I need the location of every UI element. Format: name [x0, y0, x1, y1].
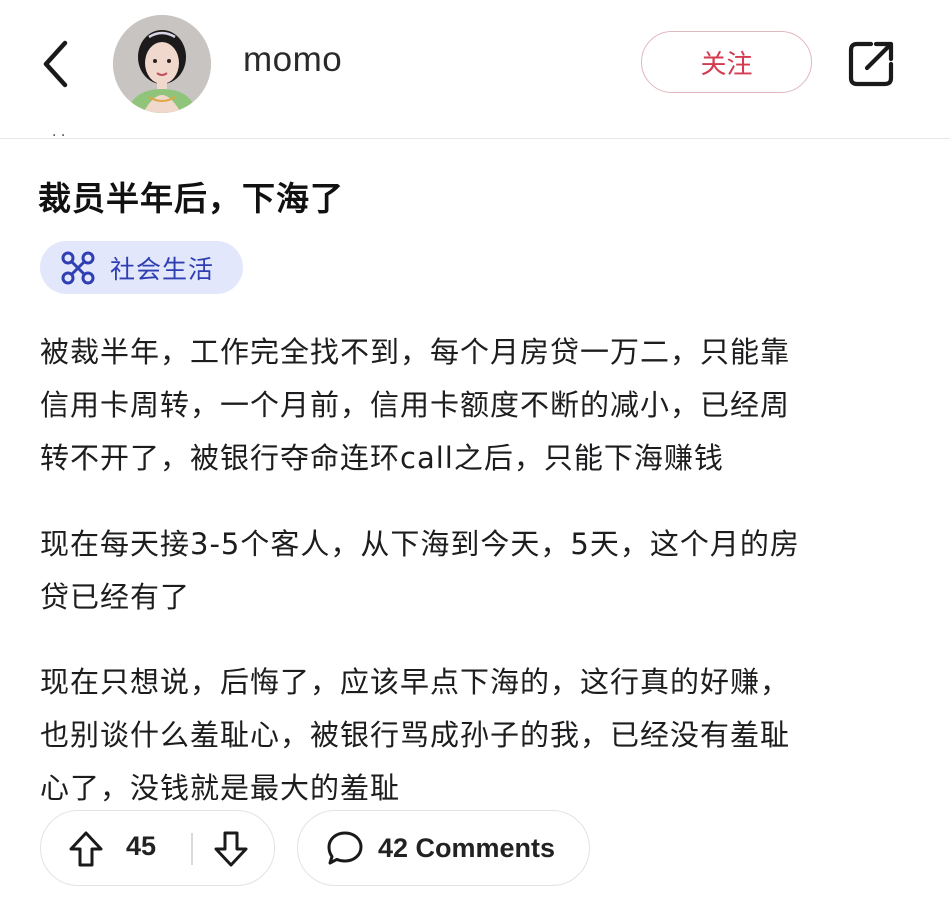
paragraph-line: 现在只想说，后悔了，应该早点下海的，这行真的好赚， — [40, 665, 791, 699]
community-icon — [61, 251, 95, 284]
post-paragraph: 现在只想说，后悔了，应该早点下海的，这行真的好赚， 也别谈什么羞耻心，被银行骂成… — [40, 656, 910, 815]
paragraph-line: 现在每天接3-5个客人，从下海到今天，5天，这个月的房 — [40, 527, 800, 561]
paragraph-line: 信用卡周转，一个月前，信用卡额度不断的减小，已经周 — [40, 388, 791, 422]
paragraph-line: 转不开了，被银行夺命连环call之后，只能下海赚钱 — [40, 441, 724, 475]
avatar[interactable] — [113, 15, 211, 113]
back-button[interactable] — [34, 36, 78, 92]
top-bar: momo 关注 — [0, 0, 950, 139]
topic-tag-label: 社会生活 — [110, 254, 215, 284]
vote-count: 45 — [126, 831, 157, 861]
comments-button[interactable]: 42 Comments — [297, 810, 590, 886]
post-paragraph: 现在每天接3-5个客人，从下海到今天，5天，这个月的房 贷已经有了 — [40, 518, 910, 624]
paragraph-line: 心了，没钱就是最大的羞耻 — [40, 771, 401, 805]
paragraph-line: 贷已经有了 — [40, 580, 191, 614]
avatar-image — [113, 15, 211, 113]
comment-bubble-icon — [327, 831, 363, 865]
follow-button[interactable]: 关注 — [641, 31, 812, 93]
chevron-left-icon — [43, 40, 68, 88]
share-button[interactable] — [843, 36, 899, 92]
comments-count-label: 42 Comments — [378, 832, 556, 863]
share-external-icon — [848, 41, 894, 87]
topic-tag[interactable]: 社会生活 — [40, 241, 243, 294]
arrow-down-icon — [214, 831, 248, 867]
paragraph-line: 也别谈什么羞耻心，被银行骂成孙子的我，已经没有羞耻 — [40, 718, 791, 752]
post-title: 裁员半年后，下海了 — [38, 179, 344, 218]
paragraph-line: 被裁半年，工作完全找不到，每个月房贷一万二，只能靠 — [40, 335, 791, 369]
username[interactable]: momo — [243, 40, 342, 80]
arrow-up-icon — [69, 831, 103, 867]
post-paragraph: 被裁半年，工作完全找不到，每个月房贷一万二，只能靠 信用卡周转，一个月前，信用卡… — [40, 326, 910, 485]
vote-divider — [191, 833, 193, 865]
upvote-button[interactable] — [66, 829, 106, 869]
scroll-fragment-marks: · · — [52, 128, 66, 144]
vote-control: 45 — [40, 810, 275, 886]
downvote-button[interactable] — [211, 829, 251, 869]
